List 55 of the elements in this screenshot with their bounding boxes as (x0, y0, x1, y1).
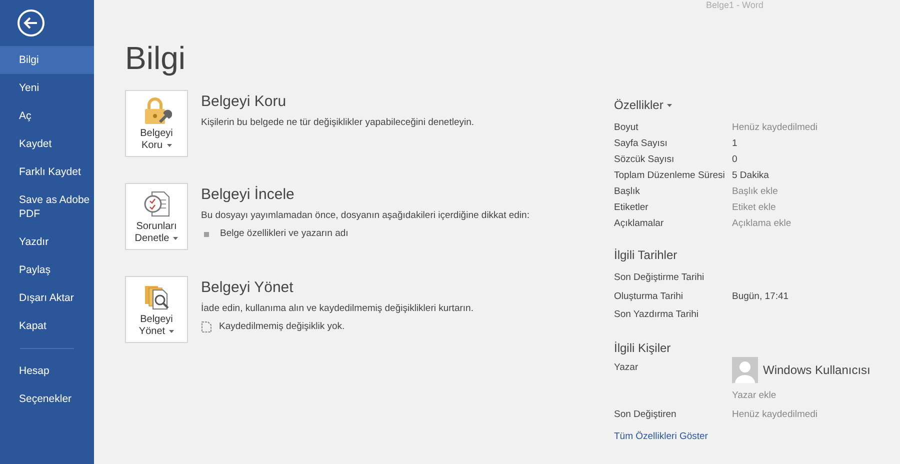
nav-item[interactable]: Paylaş (0, 256, 94, 284)
window-title: Belge1 - Word (706, 0, 764, 10)
property-label: Etiketler (614, 200, 650, 215)
page-title: Bilgi (125, 39, 186, 78)
section-button[interactable]: Belgeyi Koru (125, 90, 188, 157)
property-value: 5 Dakika (732, 168, 769, 183)
last-modified-value: Henüz kaydedilmedi (732, 408, 818, 422)
nav-item[interactable]: Bilgi (0, 46, 94, 74)
nav-item[interactable]: Hesap (0, 357, 94, 385)
property-label: Boyut (614, 120, 640, 135)
caret-icon (166, 144, 172, 147)
last-modified-label: Son Değiştiren (614, 408, 678, 422)
section-description: Kişilerin bu belgede ne tür değişiklikler yapabileceğini denetleyin. (201, 116, 474, 130)
caret-icon (667, 104, 672, 106)
document-icon (201, 321, 212, 334)
date-label: Son Yazdırma Tarihi (614, 308, 700, 322)
section-title: Belgeyi İncele (201, 186, 296, 204)
property-label: Sayfa Sayısı (614, 136, 668, 151)
property-value: 1 (732, 136, 738, 151)
property-value: 0 (732, 152, 738, 167)
avatar-silhouette-icon (732, 356, 758, 382)
nav-item[interactable]: Kaydet (0, 130, 94, 158)
section-button[interactable]: Sorunları Denetle (125, 183, 188, 250)
bullet-text: Belge özellikleri ve yazarın adı (220, 227, 348, 242)
bullet-text: Kaydedilmemiş değişiklik yok. (219, 320, 345, 334)
dates-heading: İlgili Tarihler (614, 247, 678, 264)
date-label: Oluşturma Tarihi (614, 290, 684, 304)
bullet-square-icon (204, 232, 209, 237)
section-description: İade edin, kullanıma alın ve kaydedilmemiş değişiklikleri kurtarın. (201, 302, 474, 316)
nav-item[interactable]: Yazdır (0, 228, 94, 256)
document-check-icon (142, 189, 172, 219)
nav-item[interactable]: Farklı Kaydet (0, 158, 94, 186)
people-heading: İlgili Kişiler (614, 340, 672, 356)
nav-item[interactable]: Save as Adobe PDF (0, 186, 94, 228)
show-all-properties-link[interactable]: Tüm Özellikleri Göster (614, 430, 900, 444)
caret-icon (169, 330, 174, 333)
nav-item[interactable]: Dışarı Aktar (0, 284, 94, 312)
date-value: Bugün, 17:41 (732, 290, 789, 304)
property-label: Sözcük Sayısı (614, 152, 676, 167)
properties-heading[interactable]: Özellikler (614, 96, 664, 114)
section-title: Belgeyi Koru (201, 93, 288, 111)
section-description: Bu dosyayı yayımlamadan önce, dosyanın aşağıdakileri içerdiğine dikkat edin: (201, 209, 530, 223)
caret-icon (173, 236, 178, 240)
nav-item[interactable]: Aç (0, 102, 94, 130)
section-button[interactable]: Belgeyi Yönet (125, 276, 188, 343)
date-label: Son Değiştirme Tarihi (614, 271, 706, 286)
section-title: Belgeyi Yönet (201, 279, 294, 297)
nav-item[interactable]: Yeni (0, 74, 94, 102)
author-name: Windows Kullanıcısı (763, 362, 870, 378)
property-label: Toplam Düzenleme Süresi (614, 168, 726, 183)
nav-item[interactable]: Seçenekler (0, 385, 94, 413)
property-label: Başlık (614, 184, 641, 199)
property-label: Açıklamalar (614, 216, 665, 231)
nav-item[interactable]: Kapat (0, 312, 94, 340)
author-label: Yazar (614, 360, 640, 374)
